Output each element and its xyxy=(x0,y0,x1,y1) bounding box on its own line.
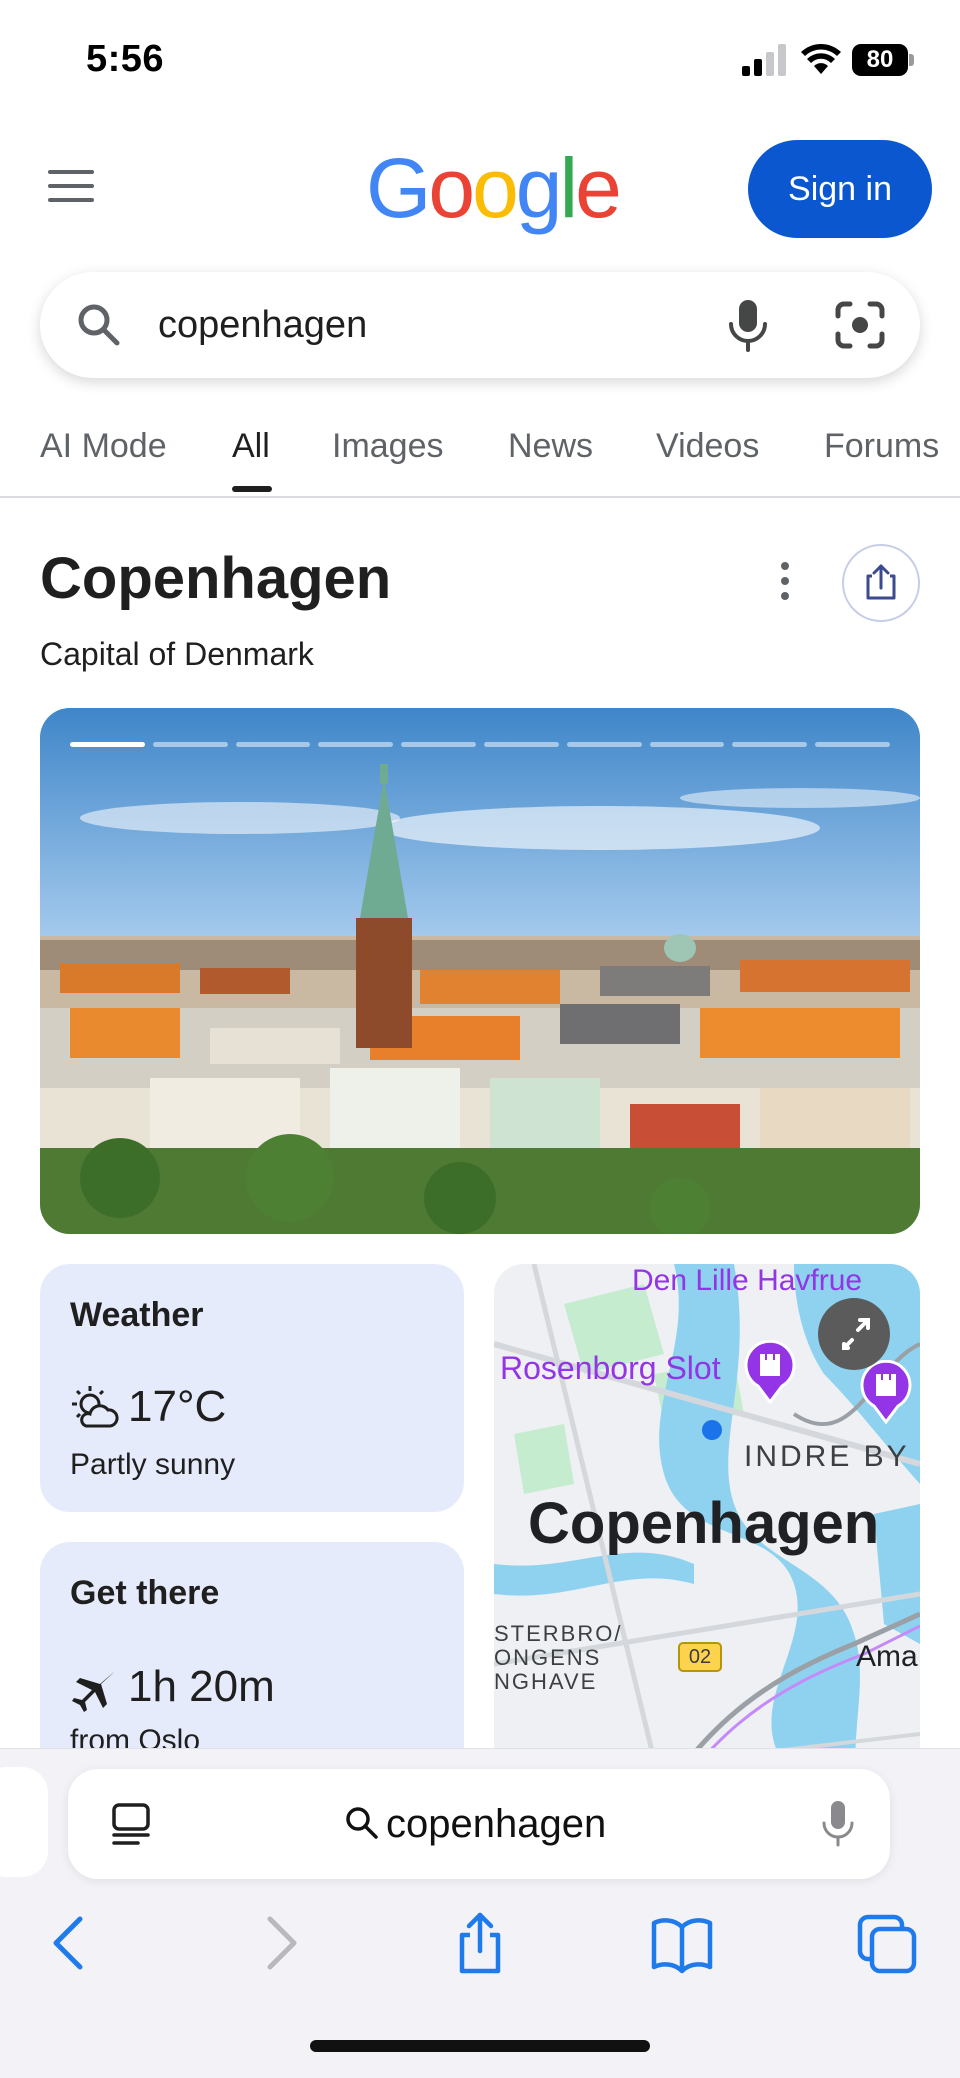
tab-forums[interactable]: Forums xyxy=(824,416,939,476)
map-label-rosenborg[interactable]: Rosenborg Slot xyxy=(500,1350,721,1387)
copenhagen-photo[interactable] xyxy=(40,708,920,1234)
status-bar: 5:56 80 xyxy=(0,0,960,120)
share-icon xyxy=(866,564,896,600)
battery-level: 80 xyxy=(852,44,908,76)
cellular-signal-icon xyxy=(742,44,786,76)
search-tabs: AI Mode All Images News Videos Forums xyxy=(0,406,960,498)
previous-tab-pill[interactable] xyxy=(0,1767,48,1877)
menu-button[interactable] xyxy=(48,170,98,210)
search-icon xyxy=(78,304,120,346)
google-logo[interactable]: Google xyxy=(366,140,622,236)
search-box[interactable]: copenhagen xyxy=(40,272,920,378)
microphone-icon[interactable] xyxy=(820,1799,856,1849)
bookmarks-icon[interactable] xyxy=(650,1911,714,1975)
city-skyline-illustration xyxy=(40,708,920,1234)
tab-images[interactable]: Images xyxy=(332,416,444,476)
flight-duration: 1h 20m xyxy=(128,1662,275,1711)
map-label-havfrue[interactable]: Den Lille Havfrue xyxy=(632,1264,862,1298)
search-input[interactable]: copenhagen xyxy=(158,272,367,378)
forward-icon[interactable] xyxy=(246,1911,310,1975)
share-icon[interactable] xyxy=(448,1911,512,1975)
microphone-icon[interactable] xyxy=(720,296,776,354)
weather-condition: Partly sunny xyxy=(70,1448,236,1481)
map-label-indre-by: INDRE BY xyxy=(744,1440,910,1473)
tab-ai-mode[interactable]: AI Mode xyxy=(40,416,167,476)
tab-all[interactable]: All xyxy=(232,416,270,476)
carousel-progress xyxy=(70,742,890,747)
share-button[interactable] xyxy=(842,544,920,622)
home-indicator xyxy=(310,2040,650,2052)
map-label-city: Copenhagen xyxy=(528,1491,880,1556)
sign-in-button[interactable]: Sign in xyxy=(748,140,932,238)
more-options-icon[interactable] xyxy=(770,562,800,608)
knowledge-panel-subtitle: Capital of Denmark xyxy=(40,636,314,672)
route-shield: 02 xyxy=(678,1642,722,1672)
active-tab-indicator xyxy=(232,486,272,492)
battery-icon: 80 xyxy=(852,44,914,76)
page-menu-icon[interactable] xyxy=(108,1801,154,1847)
status-time: 5:56 xyxy=(86,38,165,80)
address-bar[interactable]: copenhagen xyxy=(68,1769,890,1879)
airplane-icon xyxy=(72,1672,114,1712)
map-label-district: STERBRO/ ONGENS NGHAVE xyxy=(494,1621,623,1694)
weather-temperature: 17°C xyxy=(128,1382,227,1431)
wifi-icon xyxy=(801,44,841,74)
map-label-amager: Ama xyxy=(856,1640,918,1673)
tab-news[interactable]: News xyxy=(508,416,593,476)
weather-card-title: Weather xyxy=(70,1296,204,1334)
expand-icon xyxy=(842,1318,870,1350)
partly-sunny-icon xyxy=(72,1386,119,1428)
browser-toolbar: copenhagen xyxy=(0,1748,960,2078)
knowledge-panel-title: Copenhagen xyxy=(40,546,392,611)
back-icon[interactable] xyxy=(40,1911,104,1975)
get-there-card-title: Get there xyxy=(70,1574,220,1612)
google-lens-icon[interactable] xyxy=(832,298,888,352)
expand-map-button[interactable] xyxy=(818,1298,890,1370)
castle-poi-icon[interactable] xyxy=(742,1340,798,1404)
address-text[interactable]: copenhagen xyxy=(386,1769,606,1879)
search-icon xyxy=(346,1807,378,1839)
tab-videos[interactable]: Videos xyxy=(656,416,759,476)
tabs-icon[interactable] xyxy=(856,1911,920,1975)
weather-card[interactable]: Weather 17°C Partly sunny xyxy=(40,1264,464,1512)
